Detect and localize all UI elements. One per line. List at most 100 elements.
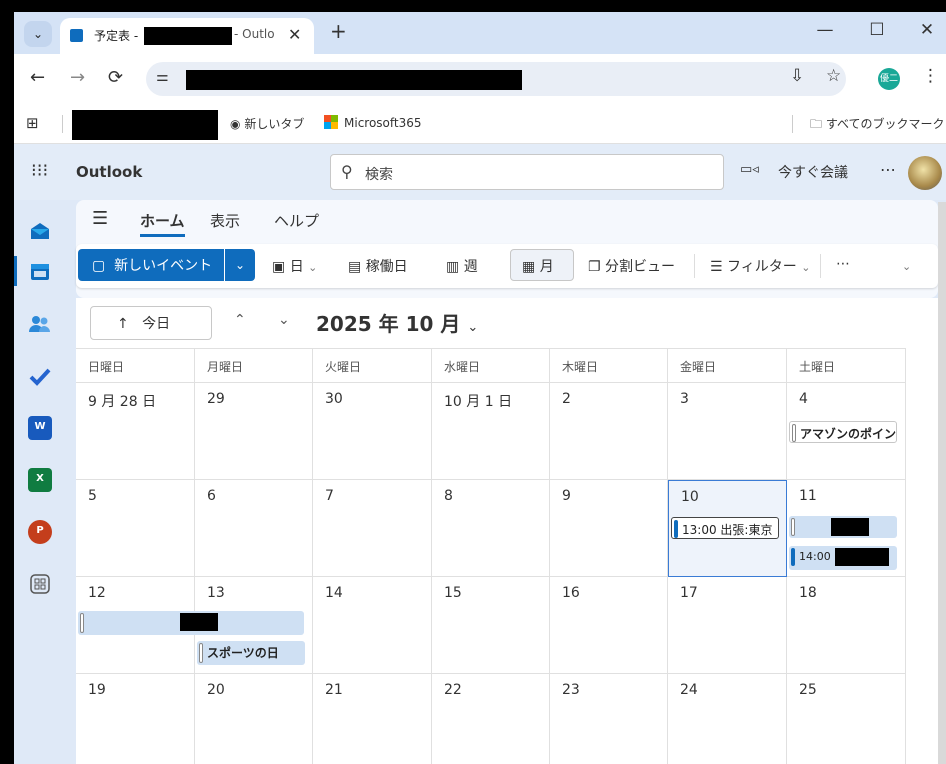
day-cell[interactable]: 6 (195, 480, 313, 577)
new-event-button[interactable]: ▢ 新しいイベント (78, 249, 224, 281)
next-month-button[interactable]: ⌄ (278, 312, 290, 328)
new-event-dropdown-icon[interactable]: ⌄ (225, 249, 255, 281)
day-cell[interactable]: 7 (313, 480, 432, 577)
mail-icon[interactable] (28, 220, 52, 244)
chevron-down-icon: ⌄ (308, 261, 318, 274)
tab-title-suffix: - Outlo (234, 27, 275, 41)
bookmark-star-icon[interactable]: ☆ (826, 66, 841, 86)
calendar-icon[interactable] (28, 260, 52, 284)
event-redacted[interactable] (789, 516, 897, 538)
address-bar[interactable]: ⚌ (146, 62, 846, 96)
bookmark-microsoft365[interactable]: Microsoft365 (324, 115, 422, 130)
install-app-icon[interactable]: ⇩ (790, 66, 804, 86)
divider (694, 254, 695, 278)
day-cell[interactable]: 22 (432, 674, 550, 764)
month-title[interactable]: 2025 年 10 月 ⌄ (316, 308, 478, 337)
day-cell[interactable]: 19 (76, 674, 195, 764)
week-view-button[interactable]: ▥ 週 (446, 256, 478, 276)
day-cell[interactable]: 2 (550, 383, 668, 480)
day-number: 2 (562, 391, 571, 407)
day-cell-today[interactable]: 10 13:00 出張:東京 (668, 480, 787, 577)
day-cell[interactable]: 9 月 28 日 (76, 383, 195, 480)
tab-help[interactable]: ヘルプ (274, 210, 319, 231)
browser-tab[interactable]: 予定表 - - Outlo ✕ (60, 18, 314, 54)
day-cell[interactable]: 9 (550, 480, 668, 577)
day-cell[interactable]: 3 (668, 383, 787, 480)
app-launcher-icon[interactable]: ⁝⁝⁝ (31, 160, 48, 181)
day-view-button[interactable]: ▣ 日 ⌄ (272, 256, 317, 276)
search-input[interactable]: ⚲ 検索 (330, 154, 724, 190)
work-week-button[interactable]: ▤ 稼働日 (348, 256, 408, 276)
ribbon-more-button[interactable]: ⋯ (836, 256, 850, 272)
all-bookmarks-button[interactable]: 🗀 すべてのブックマーク (810, 115, 945, 136)
powerpoint-icon[interactable]: P (28, 520, 52, 544)
day-view-icon: ▣ (272, 259, 286, 275)
day-cell[interactable]: 11 14:00 (787, 480, 906, 577)
maximize-button[interactable]: ☐ (862, 20, 892, 40)
event-color-bar (199, 643, 203, 663)
apps-grid-icon[interactable]: ⊞ (26, 114, 39, 132)
todo-icon[interactable] (28, 364, 52, 388)
excel-icon[interactable]: X (28, 468, 52, 492)
browser-menu-icon[interactable]: ⋮ (922, 66, 939, 86)
previous-month-button[interactable]: ⌃ (234, 312, 246, 328)
video-camera-icon[interactable]: ▭◃ (740, 162, 759, 177)
more-apps-icon[interactable] (28, 572, 52, 596)
scrollbar[interactable] (938, 202, 946, 764)
today-button[interactable]: ↑ 今日 (90, 306, 212, 340)
split-view-button[interactable]: ❐ 分割ビュー (588, 256, 675, 276)
app-rail: W X P (14, 200, 66, 764)
day-view-label: 日 (289, 259, 304, 275)
event-business-trip[interactable]: 13:00 出張:東京 (671, 517, 779, 539)
bookmark-new-tab[interactable]: ◉ 新しいタブ (230, 115, 304, 132)
ribbon-toolbar: ▢ 新しいイベント ⌄ ▣ 日 ⌄ ▤ 稼働日 ▥ 週 ▦ 月 ❐ 分割ビュー … (76, 244, 938, 288)
event-title: 13:00 出張:東京 (682, 523, 773, 537)
day-cell[interactable]: 20 (195, 674, 313, 764)
day-cell[interactable]: 10 月 1 日 (432, 383, 550, 480)
more-options-icon[interactable]: ⋯ (880, 160, 896, 179)
tab-view[interactable]: 表示 (210, 210, 240, 231)
minimize-button[interactable]: — (810, 20, 840, 40)
day-cell[interactable]: 5 (76, 480, 195, 577)
day-cell[interactable]: 8 (432, 480, 550, 577)
profile-avatar[interactable]: 優二 (878, 68, 900, 90)
new-tab-button[interactable]: + (330, 19, 347, 43)
month-title-text: 2025 年 10 月 (316, 312, 461, 336)
day-cell[interactable]: 23 (550, 674, 668, 764)
chevron-down-icon: ⌄ (32, 27, 44, 41)
filter-button[interactable]: ☰ フィルター ⌄ (710, 256, 810, 276)
reload-button[interactable]: ⟳ (108, 67, 123, 88)
event-sports-day[interactable]: スポーツの日 (197, 641, 305, 665)
ribbon-expand-icon[interactable]: ⌄ (902, 260, 911, 273)
day-cell[interactable]: 21 (313, 674, 432, 764)
event-redacted-multiday[interactable] (78, 611, 304, 635)
tab-close-icon[interactable]: ✕ (288, 25, 301, 44)
day-cell[interactable]: 24 (668, 674, 787, 764)
event-1400[interactable]: 14:00 (789, 546, 897, 570)
back-button[interactable]: ← (30, 67, 45, 88)
day-cell[interactable]: 30 (313, 383, 432, 480)
event-color-bar (80, 613, 84, 633)
day-cell[interactable]: 18 (787, 577, 906, 674)
chevron-down-icon: ⌄ (467, 320, 479, 335)
event-amazon-points[interactable]: アマゾンのポイント (789, 421, 897, 443)
forward-button[interactable]: → (70, 67, 85, 88)
tab-search-button[interactable]: ⌄ (24, 21, 52, 47)
tab-home[interactable]: ホーム (140, 210, 185, 237)
hamburger-menu-icon[interactable]: ☰ (92, 208, 108, 229)
arrow-up-icon: ↑ (117, 316, 129, 332)
user-avatar[interactable] (908, 156, 942, 190)
day-cell[interactable]: 29 (195, 383, 313, 480)
word-icon[interactable]: W (28, 416, 52, 440)
day-cell[interactable]: 16 (550, 577, 668, 674)
day-cell[interactable]: 4 アマゾンのポイント (787, 383, 906, 480)
day-cell[interactable]: 15 (432, 577, 550, 674)
day-cell[interactable]: 14 (313, 577, 432, 674)
day-cell[interactable]: 17 (668, 577, 787, 674)
people-icon[interactable] (28, 312, 52, 336)
month-view-label-wrap[interactable]: ▦ 月 (522, 256, 554, 276)
site-settings-icon[interactable]: ⚌ (156, 69, 169, 85)
day-cell[interactable]: 25 (787, 674, 906, 764)
window-close-button[interactable]: ✕ (912, 20, 942, 40)
meet-now-button[interactable]: 今すぐ会議 (778, 162, 848, 182)
